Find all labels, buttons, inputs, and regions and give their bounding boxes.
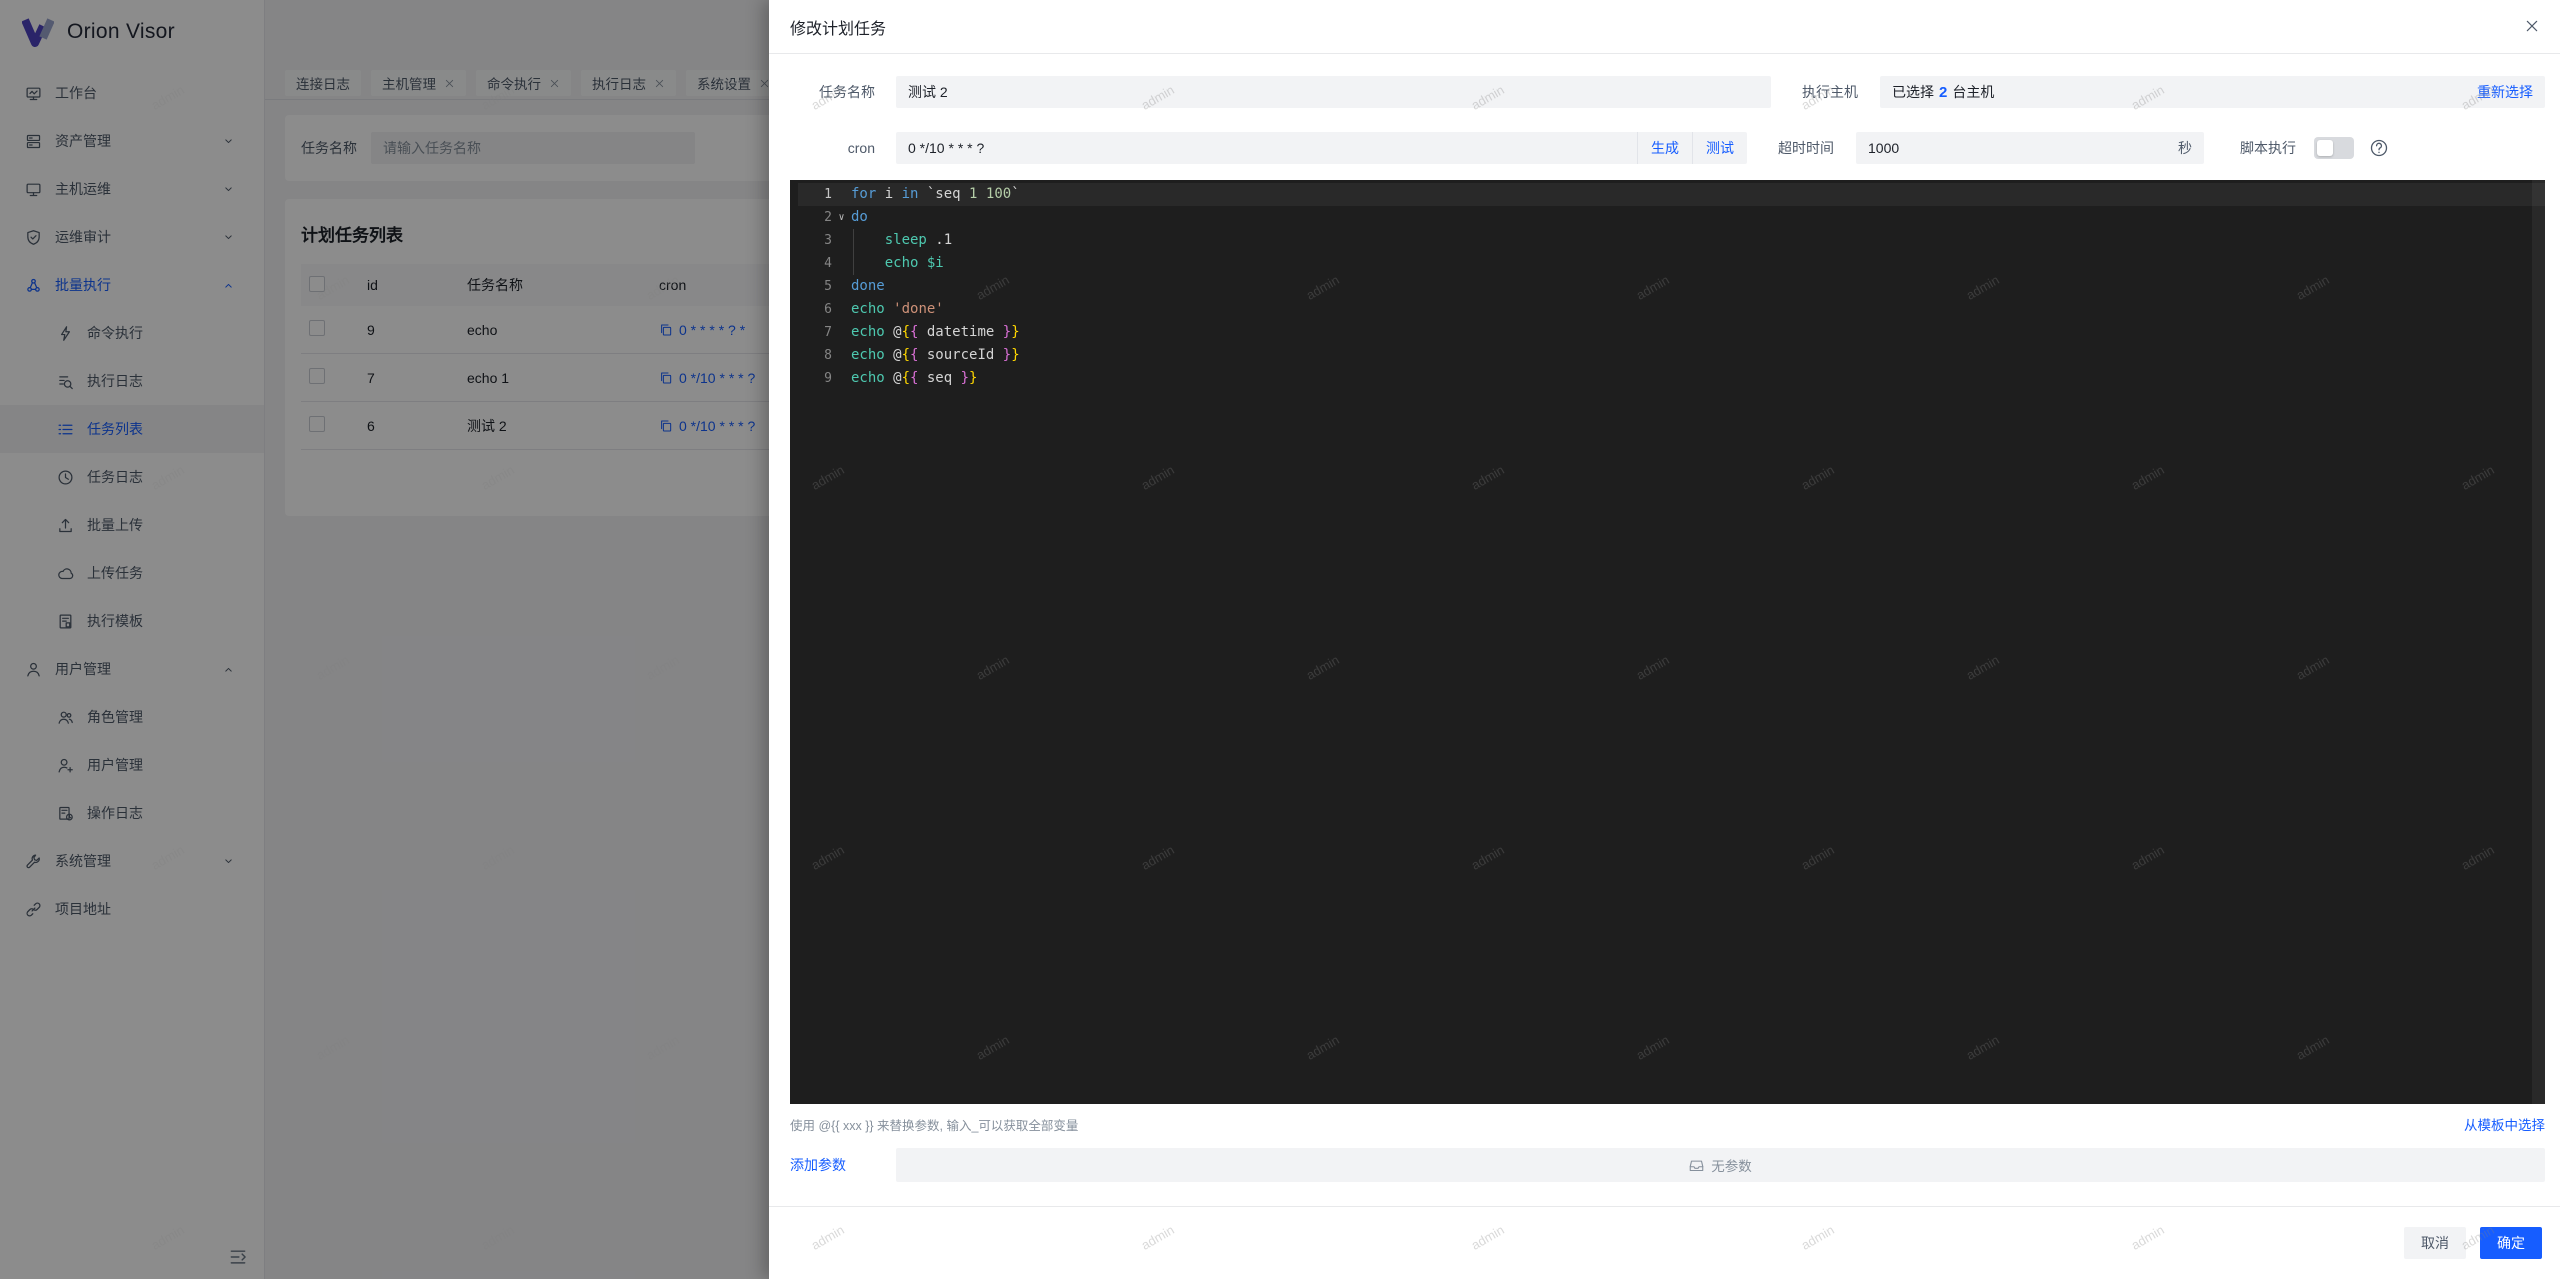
editor-line[interactable]: 9 echo @{{ seq }}: [798, 367, 2545, 390]
cron-generate-button[interactable]: 生成: [1637, 132, 1692, 164]
editor-line[interactable]: 3 sleep .1: [798, 229, 2545, 252]
indent-guide: [853, 229, 854, 275]
reselect-hosts-link[interactable]: 重新选择: [2477, 82, 2533, 102]
cron-input-group: 0 */10 * * * ? 生成 测试: [896, 132, 1747, 164]
editor-line[interactable]: 5 done: [798, 275, 2545, 298]
fold-gutter-spacer: [832, 252, 851, 275]
param-hint-text: 使用 @{{ xxx }} 来替换参数, 输入_可以获取全部变量: [790, 1115, 1078, 1134]
line-number: 7: [798, 321, 832, 344]
toggle-knob: [2317, 140, 2333, 156]
empty-icon: [1689, 1158, 1704, 1173]
fold-gutter-spacer: [832, 344, 851, 367]
script-exec-toggle[interactable]: [2314, 137, 2354, 159]
task-name-input[interactable]: 测试 2: [896, 76, 1771, 108]
script-exec-label: 脚本执行: [2240, 138, 2296, 158]
line-number: 5: [798, 275, 832, 298]
fold-gutter-spacer: [832, 367, 851, 390]
cron-test-button[interactable]: 测试: [1692, 132, 1747, 164]
add-param-link[interactable]: 添加参数: [790, 1155, 875, 1175]
cancel-button[interactable]: 取消: [2404, 1227, 2466, 1259]
fold-gutter-spacer: [832, 298, 851, 321]
editor-scrollbar[interactable]: [2532, 180, 2545, 1104]
timeout-label: 超时时间: [1747, 138, 1856, 158]
drawer-header: 修改计划任务: [769, 0, 2560, 54]
code-text: echo @{{ seq }}: [851, 367, 977, 390]
drawer-title: 修改计划任务: [790, 15, 886, 39]
code-text: echo $i: [851, 252, 944, 275]
code-text: sleep .1: [851, 229, 952, 252]
code-text: echo @{{ sourceId }}: [851, 344, 1020, 367]
confirm-button[interactable]: 确定: [2480, 1227, 2542, 1259]
line-number: 9: [798, 367, 832, 390]
code-text: echo @{{ datetime }}: [851, 321, 1020, 344]
timeout-unit: 秒: [2178, 138, 2192, 158]
cron-label: cron: [790, 140, 875, 156]
fold-chevron-icon[interactable]: ∨: [832, 206, 851, 229]
timeout-input[interactable]: 1000 秒: [1856, 132, 2204, 164]
editor-line[interactable]: 7 echo @{{ datetime }}: [798, 321, 2545, 344]
code-text: do: [851, 206, 868, 229]
line-number: 8: [798, 344, 832, 367]
editor-line[interactable]: 1 for i in `seq 1 100`: [798, 183, 2545, 206]
editor-line[interactable]: 2∨do: [798, 206, 2545, 229]
script-code-editor[interactable]: 1for i in `seq 1 100`2∨do3 sleep .14 ech…: [790, 180, 2545, 1104]
orion-visor-page: Orion Visor 工作台资产管理主机运维运维审计批量执行命令执行执行日志任…: [0, 0, 2560, 1279]
task-name-label: 任务名称: [790, 82, 875, 102]
edit-task-drawer: 修改计划任务 任务名称 测试 2 执行主机 已选择2台主机 重新选择 cron …: [769, 0, 2560, 1279]
fold-gutter-spacer: [832, 275, 851, 298]
help-icon[interactable]: [2370, 139, 2388, 157]
fold-gutter-spacer: [832, 183, 851, 206]
host-selected-text: 已选择2台主机: [1892, 82, 1994, 102]
host-selection-field: 已选择2台主机 重新选择: [1880, 76, 2545, 108]
editor-line[interactable]: 6 echo 'done': [798, 298, 2545, 321]
code-text: echo 'done': [851, 298, 944, 321]
line-number: 6: [798, 298, 832, 321]
choose-from-template-link[interactable]: 从模板中选择: [2464, 1114, 2545, 1134]
fold-gutter-spacer: [832, 229, 851, 252]
editor-line[interactable]: 4 echo $i: [798, 252, 2545, 275]
code-text: done: [851, 275, 885, 298]
line-number: 2: [798, 206, 832, 229]
param-empty-bar: 无参数: [896, 1148, 2545, 1182]
code-text: for i in `seq 1 100`: [851, 183, 1020, 206]
line-number: 1: [798, 183, 832, 206]
drawer-footer: 取消 确定: [769, 1206, 2560, 1279]
editor-line[interactable]: 8 echo @{{ sourceId }}: [798, 344, 2545, 367]
fold-gutter-spacer: [832, 321, 851, 344]
host-count: 2: [1934, 84, 1952, 101]
exec-host-label: 执行主机: [1771, 82, 1880, 102]
line-number: 4: [798, 252, 832, 275]
line-number: 3: [798, 229, 832, 252]
close-icon[interactable]: [2524, 18, 2540, 34]
no-params-text: 无参数: [1711, 1155, 1752, 1175]
cron-input[interactable]: 0 */10 * * * ?: [896, 132, 1637, 164]
